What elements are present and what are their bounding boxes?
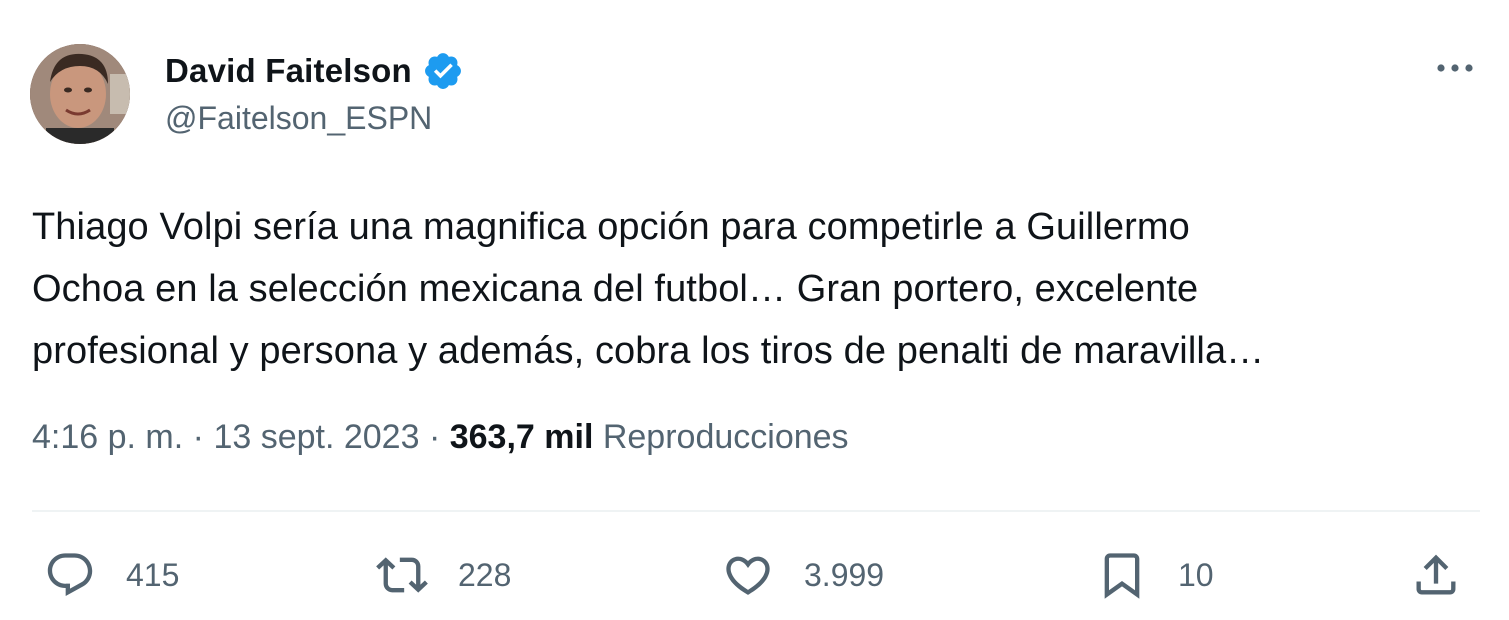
reply-count: 415 <box>126 556 180 593</box>
bookmark-icon <box>1104 553 1140 599</box>
tweet-card: David Faitelson @Faitelson_ESPN Thiago V… <box>0 0 1509 620</box>
retweet-button[interactable]: 228 <box>376 540 511 610</box>
tweet-time[interactable]: 4:16 p. m. <box>32 418 183 456</box>
meta-separator: · <box>192 418 204 456</box>
author-display-name[interactable]: David Faitelson <box>165 52 412 90</box>
bookmark-button[interactable]: 10 <box>1096 540 1214 610</box>
heart-icon <box>726 556 770 595</box>
tweet-metadata: 4:16 p. m. · 13 sept. 2023 · 363,7 mil R… <box>32 418 849 457</box>
tweet-text: Thiago Volpi sería una magnifica opción … <box>32 206 1265 372</box>
views-count[interactable]: 363,7 mil <box>450 418 594 456</box>
verified-badge-icon <box>422 50 464 92</box>
meta-separator: · <box>428 418 441 456</box>
bookmark-count: 10 <box>1178 556 1214 593</box>
avatar[interactable] <box>30 44 130 144</box>
author-name-row[interactable]: David Faitelson <box>165 50 464 92</box>
share-icon <box>1416 554 1456 595</box>
retweet-count: 228 <box>458 556 512 593</box>
author-handle[interactable]: @Faitelson_ESPN <box>165 100 432 137</box>
like-button[interactable]: 3.999 <box>722 540 884 610</box>
reply-bubble-icon <box>47 553 93 597</box>
reply-button[interactable]: 415 <box>44 540 179 610</box>
avatar-image <box>30 44 130 144</box>
action-bar: 415 228 3.999 10 <box>0 540 1509 610</box>
more-dots-icon <box>1437 64 1473 72</box>
views-label[interactable]: Reproducciones <box>603 418 849 456</box>
share-button[interactable] <box>1410 540 1462 610</box>
retweet-icon <box>376 557 428 593</box>
like-count: 3.999 <box>804 556 885 593</box>
more-options-button[interactable] <box>1430 52 1480 82</box>
tweet-date[interactable]: 13 sept. 2023 <box>213 418 419 456</box>
divider <box>32 510 1480 512</box>
